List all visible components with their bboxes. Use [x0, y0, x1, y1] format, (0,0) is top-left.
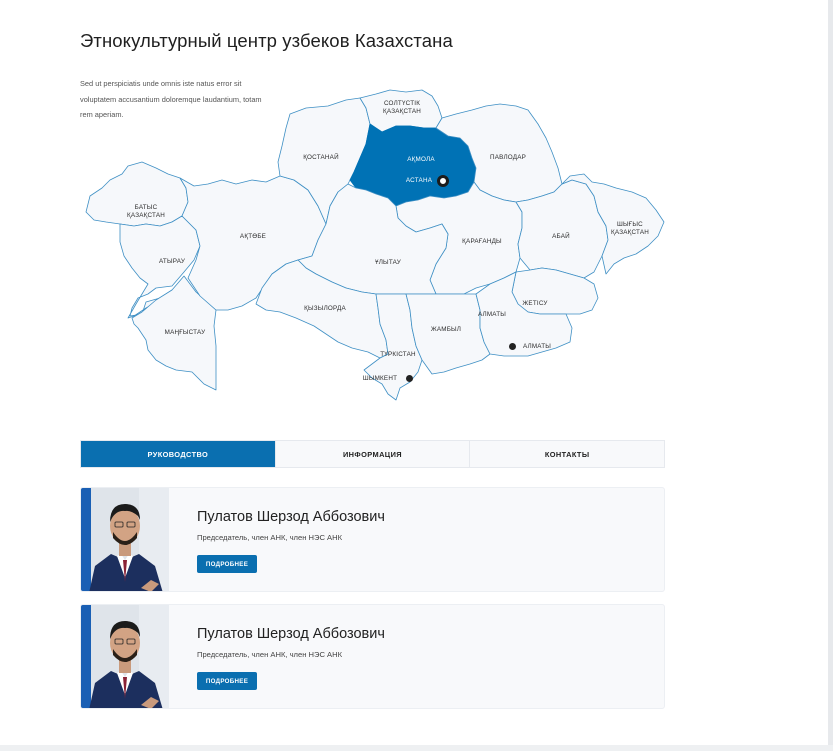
label-mangystau: МАҢҒЫСТАУ: [164, 329, 206, 336]
person-name: Пулатов Шерзод Аббозович: [197, 626, 385, 642]
person-name: Пулатов Шерзод Аббозович: [197, 509, 385, 525]
label-astana: АСТАНА: [405, 177, 433, 184]
label-zhetisu: ЖЕТІСУ: [522, 300, 548, 307]
astana-marker[interactable]: [437, 175, 449, 187]
label-soltustik: СОЛТҮСТІК ҚАЗАҚСТАН: [383, 100, 421, 115]
label-almaty-region: АЛМАТЫ: [477, 311, 507, 318]
label-kyzylorda: ҚЫЗЫЛОРДА: [304, 305, 346, 312]
label-kostanai: ҚОСТАНАЙ: [303, 154, 339, 161]
label-zhambyl: ЖАМБЫЛ: [430, 326, 462, 333]
tab-leadership[interactable]: РУКОВОДСТВО: [81, 441, 275, 467]
person-card: Пулатов Шерзод Аббозович Председатель, ч…: [80, 604, 665, 709]
label-abai: АБАЙ: [552, 233, 570, 240]
tab-bar: РУКОВОДСТВО ИНФОРМАЦИЯ КОНТАКТЫ: [80, 440, 665, 468]
label-aktobe: АҚТӨБЕ: [239, 233, 267, 240]
window-edge: [828, 0, 833, 751]
label-ulytau: ҰЛЫТАУ: [375, 259, 401, 266]
person-role: Председатель, член АНК, член НЭС АНК: [197, 533, 343, 542]
label-atyrau: АТЫРАУ: [158, 258, 186, 265]
label-karagandy: ҚАРАҒАНДЫ: [462, 238, 502, 245]
label-shymkent: ШЫМКЕНТ: [362, 375, 398, 382]
person-role: Председатель, член АНК, член НЭС АНК: [197, 650, 343, 659]
person-photo: [81, 605, 169, 708]
person-photo: [81, 488, 169, 591]
person-card: Пулатов Шерзод Аббозович Председатель, ч…: [80, 487, 665, 592]
footer-strip: [0, 745, 833, 751]
tab-information[interactable]: ИНФОРМАЦИЯ: [274, 441, 470, 467]
map-svg: [85, 89, 665, 401]
more-button[interactable]: ПОДРОБНЕЕ: [197, 555, 257, 573]
almaty-marker[interactable]: [509, 343, 516, 350]
label-shygys: ШЫҒЫС ҚАЗАҚСТАН: [611, 221, 649, 236]
label-turkistan: ТҮРКІСТАН: [380, 351, 416, 358]
page-title: Этнокультурный центр узбеков Казахстана: [80, 30, 453, 51]
shymkent-marker[interactable]: [406, 375, 413, 382]
tab-contacts[interactable]: КОНТАКТЫ: [469, 441, 664, 467]
label-akmola: АҚМОЛА: [407, 156, 435, 163]
more-button[interactable]: ПОДРОБНЕЕ: [197, 672, 257, 690]
label-pavlodar: ПАВЛОДАР: [489, 154, 527, 161]
label-batys: БАТЫС ҚАЗАҚСТАН: [127, 204, 165, 219]
kazakhstan-map: СОЛТҮСТІК ҚАЗАҚСТАН ҚОСТАНАЙ АҚМОЛА АСТА…: [76, 88, 672, 406]
label-almaty-city: АЛМАТЫ: [522, 343, 552, 350]
